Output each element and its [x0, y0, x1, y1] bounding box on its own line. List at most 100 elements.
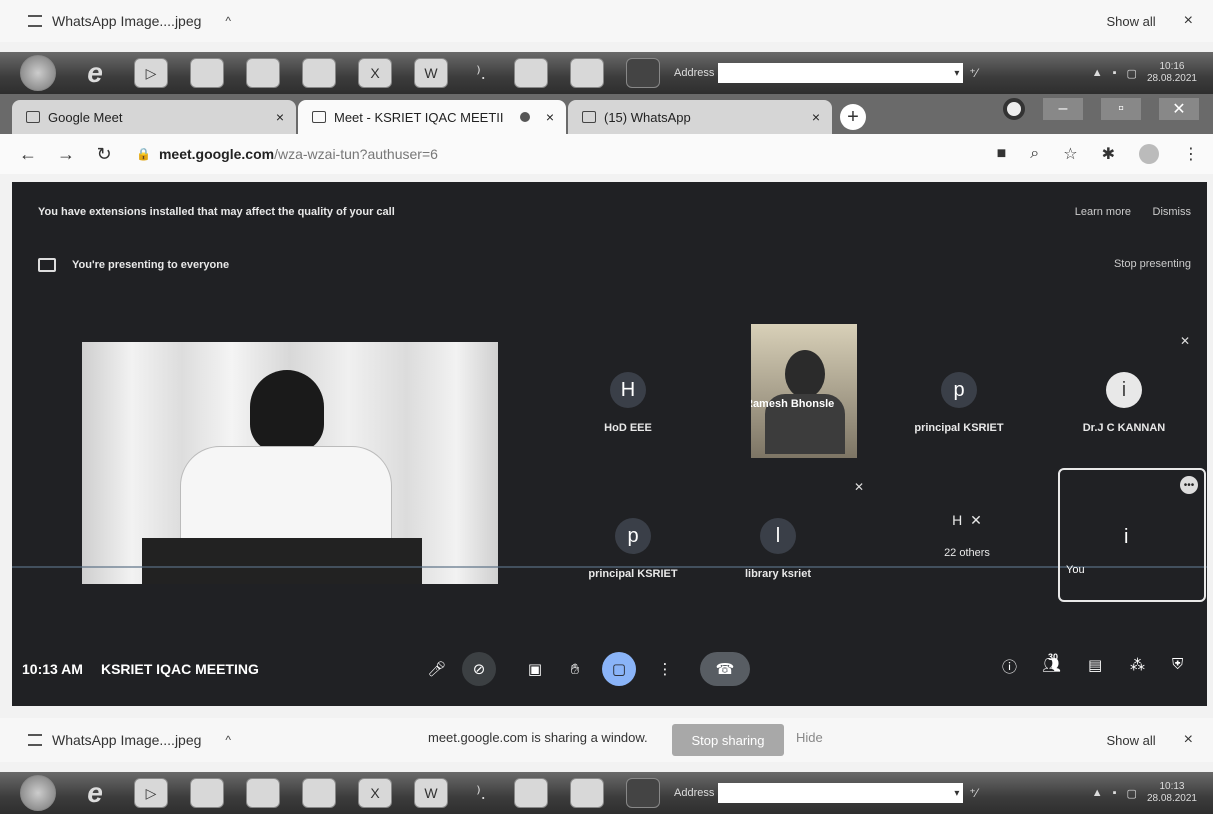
- show-all-button[interactable]: Show all: [1107, 14, 1156, 29]
- network-icon[interactable]: ▪: [1113, 787, 1117, 799]
- action-center-icon[interactable]: ▢: [1127, 787, 1137, 800]
- clock[interactable]: 10:16 28.08.2021: [1147, 61, 1197, 85]
- others-tile[interactable]: H ✕ 22 others: [932, 512, 1002, 559]
- url-field[interactable]: 🔒 meet.google.com/wza-wzai-tun?authuser=…: [136, 146, 438, 162]
- media-player-icon[interactable]: ▷: [134, 778, 168, 808]
- self-tile[interactable]: ••• i You: [1058, 468, 1206, 602]
- network-icon[interactable]: ▪: [1113, 67, 1117, 79]
- camera-icon[interactable]: ■: [997, 145, 1007, 163]
- paint-icon[interactable]: [626, 778, 660, 808]
- close-window-button[interactable]: ✕: [1159, 98, 1199, 120]
- stop-presenting-button[interactable]: Stop presenting: [1114, 258, 1191, 270]
- participant-tile[interactable]: p principal KSRIET: [896, 372, 1022, 434]
- raise-hand-icon[interactable]: ✋︎: [558, 652, 592, 686]
- stop-sharing-button[interactable]: Stop sharing: [672, 724, 784, 756]
- tab-label: Google Meet: [48, 109, 123, 125]
- minimize-button[interactable]: –: [1043, 98, 1083, 120]
- captions-icon[interactable]: ▣: [518, 652, 552, 686]
- participant-tile[interactable]: l library ksriet: [728, 518, 828, 580]
- window-icon[interactable]: [514, 778, 548, 808]
- close-tab-icon[interactable]: ×: [812, 109, 820, 125]
- tab-google-meet[interactable]: Google Meet ×: [12, 100, 296, 134]
- close-tab-icon[interactable]: ×: [276, 109, 284, 125]
- activities-icon[interactable]: ⁂: [1130, 656, 1145, 674]
- show-all-button[interactable]: Show all: [1107, 733, 1156, 748]
- mic-icon[interactable]: 🎤︎: [420, 652, 454, 686]
- action-center-icon[interactable]: ▢: [1127, 67, 1137, 80]
- word-icon[interactable]: W: [414, 58, 448, 88]
- participant-video-tile[interactable]: Ramesh Bhonsle: [751, 324, 857, 458]
- chat-icon[interactable]: ▤: [1088, 656, 1102, 674]
- tab-label: (15) WhatsApp: [604, 109, 691, 125]
- firefox-icon[interactable]: [246, 778, 280, 808]
- start-button[interactable]: [20, 775, 56, 811]
- avatar[interactable]: [1139, 144, 1159, 164]
- participant-name: Dr.J C KANNAN: [1082, 422, 1166, 434]
- bookmark-star-icon[interactable]: ☆: [1063, 144, 1077, 164]
- apps-icon[interactable]: ⁾.: [470, 778, 492, 808]
- paint-icon[interactable]: [626, 58, 660, 88]
- maximize-button[interactable]: ▫: [1101, 98, 1141, 120]
- info-icon[interactable]: ⓘ: [1002, 656, 1017, 677]
- chrome-icon[interactable]: [302, 778, 336, 808]
- close-icon[interactable]: ×: [1184, 731, 1193, 749]
- participant-tile[interactable]: H HoD EEE: [578, 372, 678, 434]
- camera-off-icon[interactable]: ⊘: [462, 652, 496, 686]
- chevron-up-icon[interactable]: ^: [225, 733, 231, 747]
- leave-call-icon[interactable]: ☎︎: [700, 652, 750, 686]
- more-options-icon[interactable]: ⋮: [648, 652, 682, 686]
- main-video-tile[interactable]: [82, 342, 498, 584]
- lock-icon[interactable]: 🔒: [136, 147, 151, 161]
- learn-more-link[interactable]: Learn more: [1075, 206, 1131, 218]
- folder-icon[interactable]: [190, 58, 224, 88]
- excel-icon[interactable]: X: [358, 778, 392, 808]
- navigation-bar: ← → ↻ 🔒 meet.google.com/wza-wzai-tun?aut…: [0, 134, 1213, 174]
- address-box[interactable]: ▾: [718, 783, 964, 803]
- tab-whatsapp[interactable]: (15) WhatsApp ×: [568, 100, 832, 134]
- go-icon[interactable]: ⁺⁄: [969, 66, 977, 80]
- media-player-icon[interactable]: ▷: [134, 58, 168, 88]
- hide-button[interactable]: Hide: [796, 730, 823, 745]
- participant-tile[interactable]: p principal KSRIET: [578, 518, 688, 580]
- url-host: meet.google.com: [158, 146, 275, 162]
- sharing-message: meet.google.com is sharing a window.: [428, 730, 648, 745]
- reload-icon[interactable]: ↻: [94, 144, 114, 165]
- word-icon[interactable]: W: [414, 778, 448, 808]
- go-icon[interactable]: ⁺⁄: [969, 786, 977, 800]
- apps-icon[interactable]: ⁾.: [470, 58, 492, 88]
- clock[interactable]: 10:13 28.08.2021: [1147, 781, 1197, 805]
- participant-tile[interactable]: i Dr.J C KANNAN: [1064, 372, 1184, 434]
- ie-icon[interactable]: e: [78, 777, 112, 808]
- folder-icon[interactable]: [190, 778, 224, 808]
- extensions-icon[interactable]: ✱: [1102, 144, 1115, 164]
- zoom-icon[interactable]: ⌕: [1030, 145, 1039, 163]
- back-icon[interactable]: ←: [18, 144, 38, 165]
- menu-icon[interactable]: ⋮: [1183, 144, 1199, 164]
- forward-icon[interactable]: →: [56, 144, 76, 165]
- tray-arrow-icon[interactable]: ▲: [1092, 787, 1103, 799]
- chevron-up-icon[interactable]: ^: [225, 14, 231, 28]
- present-now-icon[interactable]: ▢: [602, 652, 636, 686]
- firefox-icon[interactable]: [246, 58, 280, 88]
- people-icon[interactable]: 30 👥︎: [1042, 652, 1061, 674]
- start-button[interactable]: [20, 55, 56, 91]
- close-icon[interactable]: ×: [1184, 12, 1193, 30]
- download-item[interactable]: WhatsApp Image....jpeg ^: [28, 13, 231, 29]
- download-item[interactable]: WhatsApp Image....jpeg ^: [28, 732, 231, 748]
- new-tab-button[interactable]: +: [840, 104, 866, 130]
- close-tab-icon[interactable]: ×: [546, 109, 554, 125]
- profile-icon[interactable]: [1003, 98, 1025, 120]
- ie-icon[interactable]: e: [78, 57, 112, 88]
- host-controls-icon[interactable]: ⛨: [1172, 656, 1183, 673]
- dismiss-button[interactable]: Dismiss: [1153, 206, 1192, 218]
- chrome-icon[interactable]: [302, 58, 336, 88]
- taskbar-bottom: e ▷ X W ⁾. Address ▾ ⁺⁄ ▲ ▪ ▢ 10:13 28.0…: [0, 772, 1213, 814]
- tray-arrow-icon[interactable]: ▲: [1092, 67, 1103, 79]
- excel-icon[interactable]: X: [358, 58, 392, 88]
- window2-icon[interactable]: [570, 778, 604, 808]
- more-options-icon[interactable]: •••: [1180, 476, 1198, 494]
- address-box[interactable]: ▾: [718, 63, 964, 83]
- window-icon[interactable]: [514, 58, 548, 88]
- tab-meet-ksriet[interactable]: Meet - KSRIET IQAC MEETII ×: [298, 100, 566, 134]
- window2-icon[interactable]: [570, 58, 604, 88]
